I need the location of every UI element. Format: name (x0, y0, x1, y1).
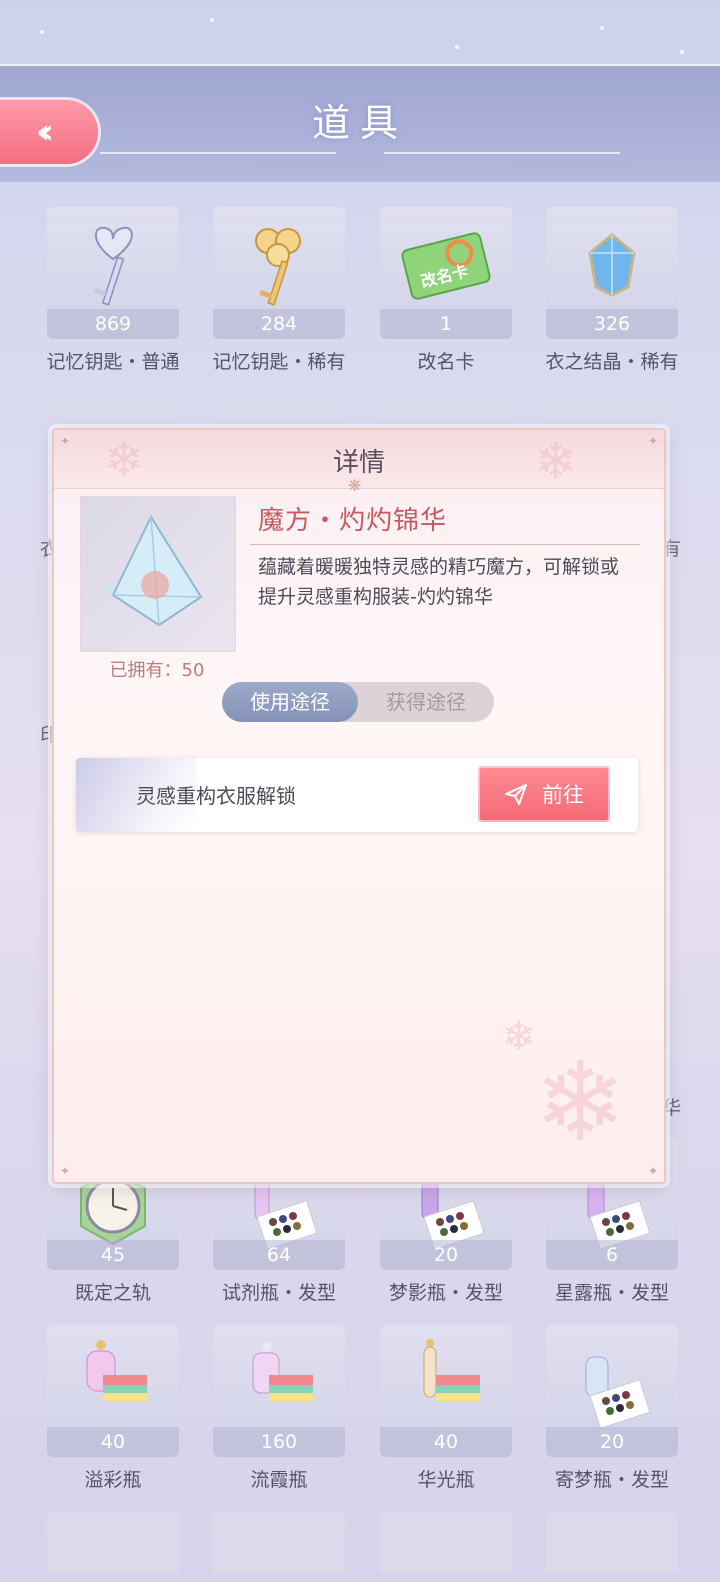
item-name: 记忆钥匙・稀有 (212, 351, 346, 373)
item-card: 869 (47, 207, 179, 339)
tab-obtain[interactable]: 获得途径 (358, 682, 494, 722)
item-cell[interactable]: 20 寄梦瓶・发型 (546, 1325, 678, 1492)
bottle-palette-icon (585, 1356, 651, 1429)
title-divider (100, 152, 336, 154)
snowflake-icon: ❄ (104, 432, 145, 488)
item-thumbnail (80, 496, 236, 652)
item-count: 6 (546, 1240, 678, 1270)
item-name: 试剂瓶・发型 (221, 1282, 336, 1304)
item-card: 40 (380, 1325, 512, 1457)
corner-ornament-icon: ✦ (60, 434, 71, 448)
silver-key-icon (93, 226, 133, 306)
item-description: 蕴藏着暖暖独特灵感的精巧魔方，可解锁或提升灵感重构服装-灼灼锦华 (258, 556, 620, 608)
item-count: 20 (546, 1427, 678, 1457)
item-name: 改名卡 (417, 351, 475, 373)
item-card: 改名卡 1 (380, 207, 512, 339)
title-divider (384, 152, 620, 154)
item-count: 284 (213, 309, 345, 339)
go-button[interactable]: 前往 (478, 766, 610, 822)
source-tabs: 使用途径 获得途径 (222, 682, 494, 722)
snowflake-icon: ❄ (502, 1014, 536, 1060)
item-cell[interactable]: 改名卡 1 改名卡 (380, 207, 512, 374)
paper-plane-icon (505, 784, 527, 805)
item-count: 160 (213, 1427, 345, 1457)
sparkle (680, 50, 684, 54)
item-count: 869 (47, 309, 179, 339)
item-name: 溢彩瓶 (84, 1469, 142, 1491)
owned-count: 已拥有：50 (109, 660, 205, 681)
item-name: 既定之轨 (74, 1282, 151, 1304)
item-cell[interactable]: 284 记忆钥匙・稀有 (212, 207, 346, 374)
item-card: 326 (546, 207, 678, 339)
item-name: 寄梦瓶・发型 (554, 1469, 669, 1491)
divider (250, 544, 640, 545)
item-count: 40 (47, 1427, 179, 1457)
route-label: 灵感重构衣服解锁 (136, 784, 296, 808)
sparkle (210, 18, 214, 22)
item-name: 梦影瓶・发型 (388, 1282, 503, 1304)
item-name: 流霞瓶 (250, 1469, 308, 1491)
item-count: 20 (380, 1240, 512, 1270)
sparkle (600, 26, 604, 30)
blue-gem-icon (588, 233, 636, 297)
item-card-partial (546, 1512, 678, 1572)
item-name: 衣之结晶・稀有 (545, 351, 679, 373)
item-cell[interactable]: 40 溢彩瓶 (47, 1325, 179, 1492)
corner-ornament-icon: ✦ (647, 1164, 658, 1178)
go-button-label: 前往 (542, 783, 584, 807)
item-card: 20 (546, 1325, 678, 1457)
item-cell[interactable]: 160 流霞瓶 (213, 1325, 345, 1492)
perfume-fabric-icon (86, 1340, 147, 1401)
item-card-partial (213, 1512, 345, 1572)
corner-ornament-icon: ✦ (60, 1164, 71, 1178)
gold-key-icon (255, 228, 301, 306)
item-card: 284 (213, 207, 345, 339)
item-card-partial (47, 1512, 179, 1572)
page-title: 道具 (311, 101, 408, 145)
item-count: 40 (380, 1427, 512, 1457)
item-cell[interactable]: 869 记忆钥匙・普通 (46, 207, 180, 374)
item-count: 1 (380, 309, 512, 339)
tab-usage[interactable]: 使用途径 (222, 682, 358, 722)
snowflake-icon: ❄ (534, 1038, 627, 1166)
detail-dialog: 详情 ✦ ✦ ✦ ✦ ❋ ❄ ❄ ❄ ❄ 已拥有：50 魔方・灼灼锦华 蕴藏着暖… (52, 428, 666, 1184)
item-card-partial (380, 1512, 512, 1572)
title-ornament-icon: ❋ (348, 476, 362, 495)
item-detail-name: 魔方・灼灼锦华 (258, 506, 448, 536)
sparkle (455, 45, 459, 49)
item-count: 45 (47, 1240, 179, 1270)
item-card: 160 (213, 1325, 345, 1457)
magic-cube-icon (101, 514, 203, 627)
item-cell[interactable]: 40 华光瓶 (380, 1325, 512, 1492)
item-count: 326 (546, 309, 678, 339)
item-name: 记忆钥匙・普通 (46, 351, 180, 373)
item-cell[interactable]: 326 衣之结晶・稀有 (545, 207, 679, 374)
snowflake-icon: ❄ (534, 432, 578, 492)
route-row: 灵感重构衣服解锁 前往 (76, 758, 638, 832)
sparkle (40, 30, 44, 34)
item-name: 星露瓶・发型 (554, 1282, 669, 1304)
perfume-fabric-icon (252, 1342, 313, 1401)
item-count: 64 (213, 1240, 345, 1270)
rename-card-icon: 改名卡 (401, 232, 491, 300)
item-name: 华光瓶 (417, 1469, 475, 1491)
corner-ornament-icon: ✦ (647, 434, 658, 448)
perfume-fabric-icon (423, 1339, 480, 1401)
item-card: 40 (47, 1325, 179, 1457)
